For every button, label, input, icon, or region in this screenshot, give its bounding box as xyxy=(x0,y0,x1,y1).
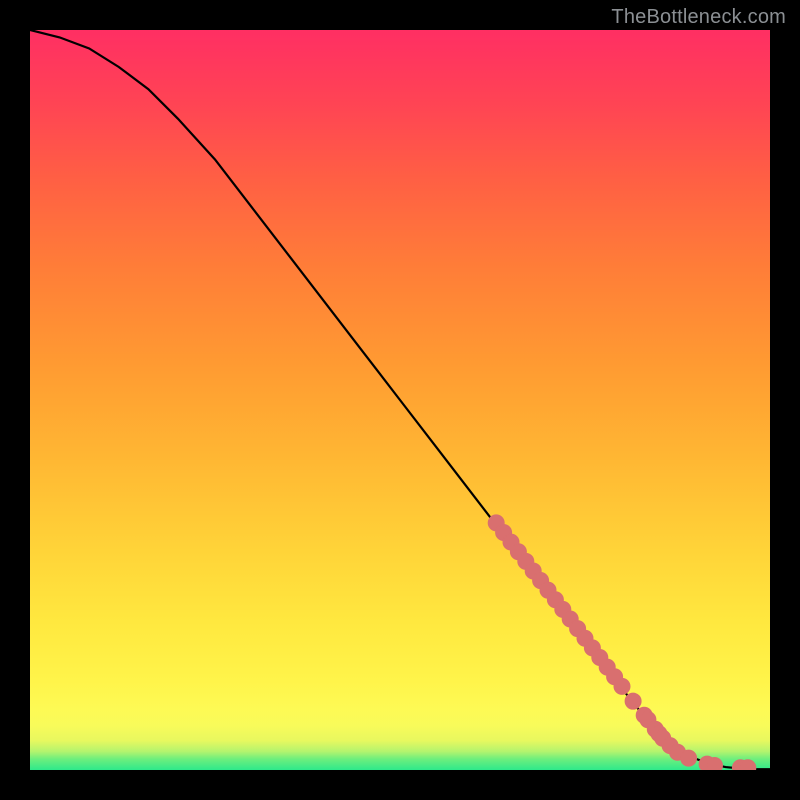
scatter-dots xyxy=(488,515,756,770)
plot-area xyxy=(30,30,770,770)
data-point xyxy=(625,693,641,709)
plot-svg xyxy=(30,30,770,770)
curve-line xyxy=(30,30,770,769)
data-point xyxy=(707,758,723,770)
chart-container: TheBottleneck.com xyxy=(0,0,800,800)
data-point xyxy=(681,750,697,766)
data-point xyxy=(614,678,630,694)
watermark-text: TheBottleneck.com xyxy=(611,6,786,29)
